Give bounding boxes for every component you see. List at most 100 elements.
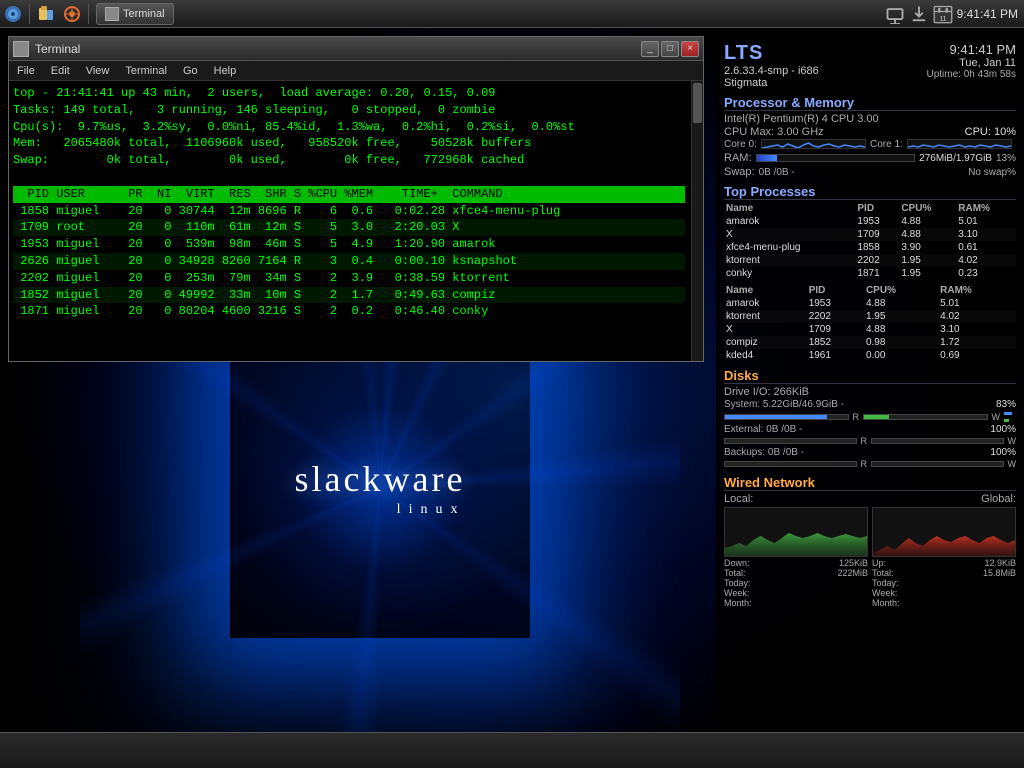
proc-col-pid-2: PID xyxy=(807,284,864,297)
table-row: compiz18520.981.72 xyxy=(724,336,1016,349)
sysmon-cpu-percent: CPU: 10% xyxy=(965,126,1016,138)
menu-terminal[interactable]: Terminal xyxy=(117,65,175,77)
terminal-window: Terminal _ □ × File Edit View Terminal G… xyxy=(8,36,704,362)
terminal-title-icon xyxy=(13,41,29,57)
sysmon-external-disk-bar: R W xyxy=(724,436,1016,446)
proc-col-ram-2: RAM% xyxy=(938,284,1016,297)
table-row: ktorrent22021.954.02 xyxy=(724,254,1016,267)
tray-download-icon[interactable] xyxy=(909,4,929,24)
sysmon-proc-table-2: Name PID CPU% RAM% amarok19534.885.01 kt… xyxy=(724,284,1016,362)
terminal-titlebar[interactable]: Terminal _ □ × xyxy=(9,37,703,61)
table-row: amarok19534.885.01 xyxy=(724,215,1016,228)
terminal-line-4: Mem: 2065480k total, 1106960k used, 9585… xyxy=(13,135,685,152)
table-row: conky18711.950.23 xyxy=(724,267,1016,280)
slackware-logo-text: slackware linux xyxy=(295,458,466,518)
sysmon-net-up-graph: Up: 12.9KiB Total: 15.8MiB Today: Week: … xyxy=(872,507,1016,608)
proc-table-header-2: Name PID CPU% RAM% xyxy=(724,284,1016,297)
terminal-header-row: PID USER PR NI VIRT RES SHR S %CPU %MEM … xyxy=(13,186,685,203)
sysmon-system-disk-label: System: 5.22GiB/46.9GiB - xyxy=(724,399,844,410)
sysmon-disk-w-bar xyxy=(863,414,988,420)
sysmon-drive-io: Drive I/O: 266KiB xyxy=(724,386,1016,398)
menu-view[interactable]: View xyxy=(78,65,118,77)
table-row: ktorrent22021.954.02 xyxy=(724,310,1016,323)
menu-help[interactable]: Help xyxy=(206,65,245,77)
sysmon-title: LTS 2.6.33.4-smp - i686 Stigmata xyxy=(724,42,819,89)
taskbar-top: Terminal 11 9:41:41 PM xyxy=(0,0,1024,28)
terminal-line-2: Tasks: 149 total, 3 running, 146 sleepin… xyxy=(13,102,685,119)
sysmon-external-disk-label: External: 0B /0B - xyxy=(724,424,802,435)
proc-table-header-1: Name PID CPU% RAM% xyxy=(724,202,1016,215)
sysmon-swap-text: No swap% xyxy=(968,167,1016,178)
proc-col-ram-1: RAM% xyxy=(956,202,1016,215)
proc-col-name-1: Name xyxy=(724,202,855,215)
sysmon-drive-io-label: Drive I/O: 266KiB xyxy=(724,386,809,398)
sysmon-swap-value: 0B /0B - xyxy=(759,167,795,178)
taskbar-app-menu-icon[interactable] xyxy=(2,3,24,25)
table-row: X17094.883.10 xyxy=(724,228,1016,241)
terminal-body[interactable]: top - 21:41:41 up 43 min, 2 users, load … xyxy=(9,81,703,361)
taskbar-terminal-button[interactable]: Terminal xyxy=(96,3,174,25)
taskbar-window-label: Terminal xyxy=(123,8,165,20)
svg-text:11: 11 xyxy=(939,15,946,22)
sysmon-cpu-info: Intel(R) Pentium(R) 4 CPU 3.00 xyxy=(724,113,879,125)
disk-activity-icon xyxy=(1004,411,1016,423)
sysmon-panel: LTS 2.6.33.4-smp - i686 Stigmata 9:41:41… xyxy=(716,36,1024,732)
sysmon-ram-label: RAM: xyxy=(724,152,752,164)
sysmon-proc-mem-title: Processor & Memory xyxy=(724,95,1016,111)
taskbar-sep-2 xyxy=(88,4,89,24)
sysmon-ext-r-bar xyxy=(724,438,857,444)
table-row: xfce4-menu-plug18583.900.61 xyxy=(724,241,1016,254)
taskbar-right: 11 9:41:41 PM xyxy=(885,4,1024,24)
terminal-line-1: top - 21:41:41 up 43 min, 2 users, load … xyxy=(13,85,685,102)
proc-col-cpu-1: CPU% xyxy=(899,202,956,215)
terminal-scrollbar[interactable] xyxy=(691,81,703,361)
proc-col-name-2: Name xyxy=(724,284,807,297)
terminal-window-icon xyxy=(105,7,119,21)
sysmon-system-disk-row: System: 5.22GiB/46.9GiB - 83% xyxy=(724,399,1016,410)
menu-edit[interactable]: Edit xyxy=(43,65,78,77)
terminal-content: top - 21:41:41 up 43 min, 2 users, load … xyxy=(13,85,685,320)
sysmon-bak-r-bar xyxy=(724,461,857,467)
sysmon-ram-row: RAM: 276MiB/1.97GiB 13% xyxy=(724,152,1016,164)
sysmon-backups-disk-label: Backups: 0B /0B - xyxy=(724,447,804,458)
tray-network-icon[interactable] xyxy=(885,4,905,24)
terminal-close-button[interactable]: × xyxy=(681,41,699,57)
taskbar-browser-icon[interactable] xyxy=(61,3,83,25)
terminal-minimize-button[interactable]: _ xyxy=(641,41,659,57)
sysmon-cpu-max-row: CPU Max: 3.00 GHz CPU: 10% xyxy=(724,126,1016,138)
sysmon-ram-percent: 13% xyxy=(996,153,1016,164)
scrollbar-thumb[interactable] xyxy=(693,83,702,123)
terminal-line-5: Swap: 0k total, 0k used, 0k free, 772968… xyxy=(13,152,685,169)
menu-go[interactable]: Go xyxy=(175,65,206,77)
terminal-proc-1: 1858 miguel 20 0 30744 12m 8696 R 6 0.6 … xyxy=(13,203,685,220)
terminal-proc-3: 1953 miguel 20 0 539m 98m 46m S 5 4.9 1:… xyxy=(13,236,685,253)
taskbar-files-icon[interactable] xyxy=(35,3,57,25)
sysmon-backups-disk-row: Backups: 0B /0B - 100% xyxy=(724,447,1016,458)
sysmon-local-label: Local: xyxy=(724,493,753,505)
taskbar-time: 9:41:41 PM xyxy=(957,7,1018,21)
terminal-line-3: Cpu(s): 9.7%us, 3.2%sy, 0.0%ni, 85.4%id,… xyxy=(13,119,685,136)
net-down-stats: Down: 125KiB xyxy=(724,558,868,568)
sysmon-ext-w-bar xyxy=(871,438,1004,444)
sysmon-bak-w-bar xyxy=(871,461,1004,467)
sysmon-net-graphs: Down: 125KiB Total: 222MiB Today: Week: … xyxy=(724,507,1016,608)
sysmon-disks-title: Disks xyxy=(724,368,1016,384)
terminal-line-6 xyxy=(13,169,685,186)
sysmon-disk-r-bar xyxy=(724,414,849,420)
tray-calendar-icon[interactable]: 11 xyxy=(933,4,953,24)
sysmon-net-down-graph: Down: 125KiB Total: 222MiB Today: Week: … xyxy=(724,507,868,608)
terminal-proc-6: 1852 miguel 20 0 49992 33m 10m S 2 1.7 0… xyxy=(13,287,685,304)
terminal-maximize-button[interactable]: □ xyxy=(661,41,679,57)
menu-file[interactable]: File xyxy=(9,65,43,77)
sysmon-local-row: Local: Global: xyxy=(724,493,1016,505)
terminal-proc-5: 2202 miguel 20 0 253m 79m 34m S 2 3.9 0:… xyxy=(13,270,685,287)
terminal-proc-7: 1871 miguel 20 0 80204 4600 3216 S 2 0.2… xyxy=(13,303,685,320)
proc-col-cpu-2: CPU% xyxy=(864,284,938,297)
sysmon-network-title: Wired Network xyxy=(724,475,1016,491)
sysmon-ram-value: 276MiB/1.97GiB xyxy=(919,153,992,164)
sysmon-top-proc-title: Top Processes xyxy=(724,184,1016,200)
sysmon-external-disk-pct: 100% xyxy=(990,424,1016,435)
sysmon-datetime: 9:41:41 PM Tue, Jan 11 Uptime: 0h 43m 58… xyxy=(927,42,1017,89)
proc-col-pid-1: PID xyxy=(855,202,899,215)
terminal-proc-2: 1709 root 20 0 110m 61m 12m S 5 3.0 2:20… xyxy=(13,219,685,236)
